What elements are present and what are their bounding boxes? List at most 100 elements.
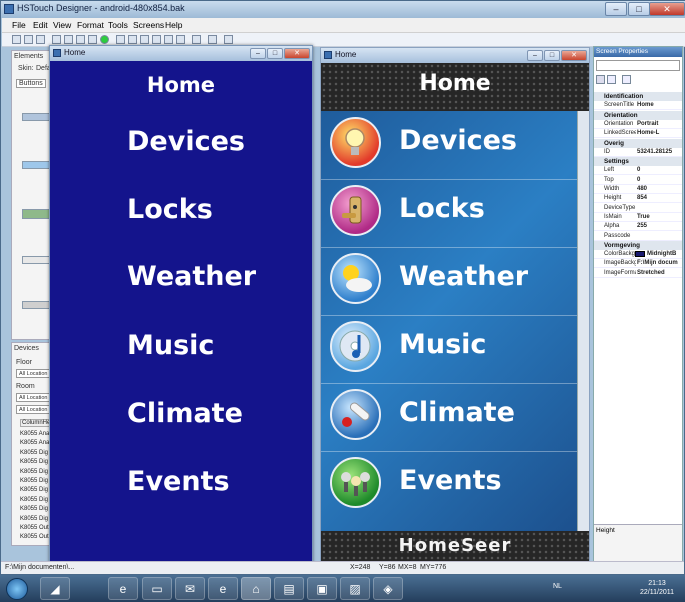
property-row[interactable]: ID 53241.28125 bbox=[594, 148, 682, 157]
lightbulb-icon[interactable] bbox=[330, 117, 381, 168]
property-row[interactable]: Orientation Portrait bbox=[594, 120, 682, 129]
property-row[interactable]: Top 0 bbox=[594, 176, 682, 185]
property-row[interactable]: Passcode bbox=[594, 232, 682, 241]
homeseer-icon[interactable]: ⌂ bbox=[241, 577, 271, 600]
language-indicator[interactable]: NL bbox=[553, 583, 562, 590]
list-item[interactable]: K8055 Dig bbox=[20, 450, 48, 456]
maximize-button[interactable]: □ bbox=[267, 48, 283, 59]
property-value[interactable]: Stretched bbox=[637, 269, 682, 278]
align-top-icon[interactable] bbox=[152, 35, 161, 44]
property-category[interactable]: Orientation bbox=[594, 110, 682, 120]
open-icon[interactable] bbox=[24, 35, 33, 44]
menu-button-weather[interactable]: Weather bbox=[399, 261, 528, 292]
property-category[interactable]: Overig bbox=[594, 138, 682, 148]
close-button[interactable]: ✕ bbox=[284, 48, 310, 59]
align-right-icon[interactable] bbox=[140, 35, 149, 44]
property-value[interactable]: Home-L bbox=[637, 129, 682, 138]
screen-icon[interactable] bbox=[76, 35, 85, 44]
menu-button-devices[interactable]: Devices bbox=[127, 126, 245, 157]
weather-sun-cloud-icon[interactable] bbox=[330, 253, 381, 304]
property-row[interactable]: IsMain True bbox=[594, 213, 682, 222]
menu-help[interactable]: Help bbox=[165, 20, 182, 30]
menu-screens[interactable]: Screens bbox=[133, 20, 164, 30]
property-value[interactable]: 0 bbox=[637, 176, 682, 185]
list-item[interactable]: K8055 Dig bbox=[20, 459, 48, 465]
scrollbar[interactable] bbox=[577, 111, 589, 531]
save-icon[interactable] bbox=[36, 35, 45, 44]
property-row[interactable]: ColorBackg MidnightB bbox=[594, 250, 682, 260]
properties-icon[interactable] bbox=[224, 35, 233, 44]
menu-button-events[interactable]: Events bbox=[127, 466, 230, 497]
menu-button-climate[interactable]: Climate bbox=[127, 398, 243, 429]
menu-view[interactable]: View bbox=[53, 20, 71, 30]
paste-icon[interactable] bbox=[208, 35, 217, 44]
thermometer-icon[interactable] bbox=[330, 389, 381, 440]
close-button[interactable]: ✕ bbox=[649, 2, 685, 16]
element-thumbnail[interactable] bbox=[22, 161, 52, 169]
copy-icon[interactable] bbox=[192, 35, 201, 44]
property-value[interactable]: F:\Mijn docum bbox=[637, 259, 682, 268]
element-thumbnail[interactable] bbox=[22, 113, 52, 121]
list-item[interactable]: K8055 Dig bbox=[20, 469, 48, 475]
property-row[interactable]: ScreenTitle Home bbox=[594, 101, 682, 111]
list-item[interactable]: K8055 Ana bbox=[20, 431, 49, 437]
door-lock-icon[interactable] bbox=[330, 185, 381, 236]
property-pages-icon[interactable] bbox=[622, 75, 631, 84]
save-all-icon[interactable] bbox=[64, 35, 73, 44]
property-category[interactable]: Settings bbox=[594, 157, 682, 167]
property-row[interactable]: DeviceType bbox=[594, 204, 682, 213]
menu-button-music[interactable]: Music bbox=[399, 329, 486, 360]
menu-format[interactable]: Format bbox=[77, 20, 104, 30]
list-item[interactable]: K8055 Dig bbox=[20, 478, 48, 484]
start-button[interactable] bbox=[6, 578, 28, 600]
media-center-icon[interactable]: ◢ bbox=[40, 577, 70, 600]
grid-icon[interactable] bbox=[52, 35, 61, 44]
list-item[interactable]: K8055 Out bbox=[20, 534, 49, 540]
outlook-icon[interactable]: ✉ bbox=[175, 577, 205, 600]
property-category[interactable]: Identification bbox=[594, 92, 682, 101]
menu-button-music[interactable]: Music bbox=[127, 330, 214, 361]
menu-button-locks[interactable]: Locks bbox=[399, 193, 485, 224]
music-cd-icon[interactable] bbox=[330, 321, 381, 372]
property-value[interactable]: Home bbox=[637, 101, 682, 110]
app-icon-2[interactable]: ▣ bbox=[307, 577, 337, 600]
minimize-button[interactable]: – bbox=[527, 50, 543, 61]
ie-icon-2[interactable]: e bbox=[208, 577, 238, 600]
minimize-button[interactable]: – bbox=[250, 48, 266, 59]
element-thumbnail[interactable] bbox=[22, 301, 52, 309]
clock[interactable]: 21:13 22/11/2011 bbox=[640, 579, 674, 597]
align-bottom-icon[interactable] bbox=[176, 35, 185, 44]
property-row[interactable]: Left 0 bbox=[594, 166, 682, 176]
property-row[interactable]: ImageBackg F:\Mijn docum bbox=[594, 259, 682, 269]
bulbs-icon[interactable] bbox=[330, 457, 381, 508]
property-value[interactable]: 854 bbox=[637, 194, 682, 203]
property-row[interactable]: Height 854 bbox=[594, 194, 682, 204]
list-item[interactable]: K8055 Out bbox=[20, 525, 49, 531]
menu-file[interactable]: File bbox=[12, 20, 26, 30]
property-row[interactable]: LinkedScree Home-L bbox=[594, 129, 682, 139]
property-value[interactable]: 255 bbox=[637, 222, 682, 231]
property-category[interactable]: Vormgeving bbox=[594, 240, 682, 250]
property-value[interactable]: 0 bbox=[637, 166, 682, 175]
close-button[interactable]: ✕ bbox=[561, 50, 587, 61]
buttons-tab[interactable]: Buttons bbox=[16, 79, 46, 88]
property-value[interactable]: True bbox=[637, 213, 682, 222]
list-item[interactable]: K8055 Dig bbox=[20, 487, 48, 493]
maximize-button[interactable]: □ bbox=[544, 50, 560, 61]
property-row[interactable]: Alpha 255 bbox=[594, 222, 682, 232]
column-header[interactable]: ColumnHe bbox=[20, 419, 53, 427]
list-item[interactable]: K8055 Dig bbox=[20, 516, 48, 522]
element-thumbnail[interactable] bbox=[22, 256, 52, 264]
property-value[interactable]: 53241.28125 bbox=[637, 148, 682, 157]
new-icon[interactable] bbox=[12, 35, 21, 44]
refresh-icon[interactable] bbox=[88, 35, 97, 44]
align-center-icon[interactable] bbox=[128, 35, 137, 44]
minimize-button[interactable]: – bbox=[605, 2, 627, 16]
menu-button-devices[interactable]: Devices bbox=[399, 125, 517, 156]
menu-button-locks[interactable]: Locks bbox=[127, 194, 213, 225]
list-item[interactable]: K8055 Ana bbox=[20, 440, 49, 446]
app-icon-3[interactable]: ◈ bbox=[373, 577, 403, 600]
sort-alpha-icon[interactable] bbox=[607, 75, 616, 84]
menu-button-climate[interactable]: Climate bbox=[399, 397, 515, 428]
menu-edit[interactable]: Edit bbox=[33, 20, 48, 30]
